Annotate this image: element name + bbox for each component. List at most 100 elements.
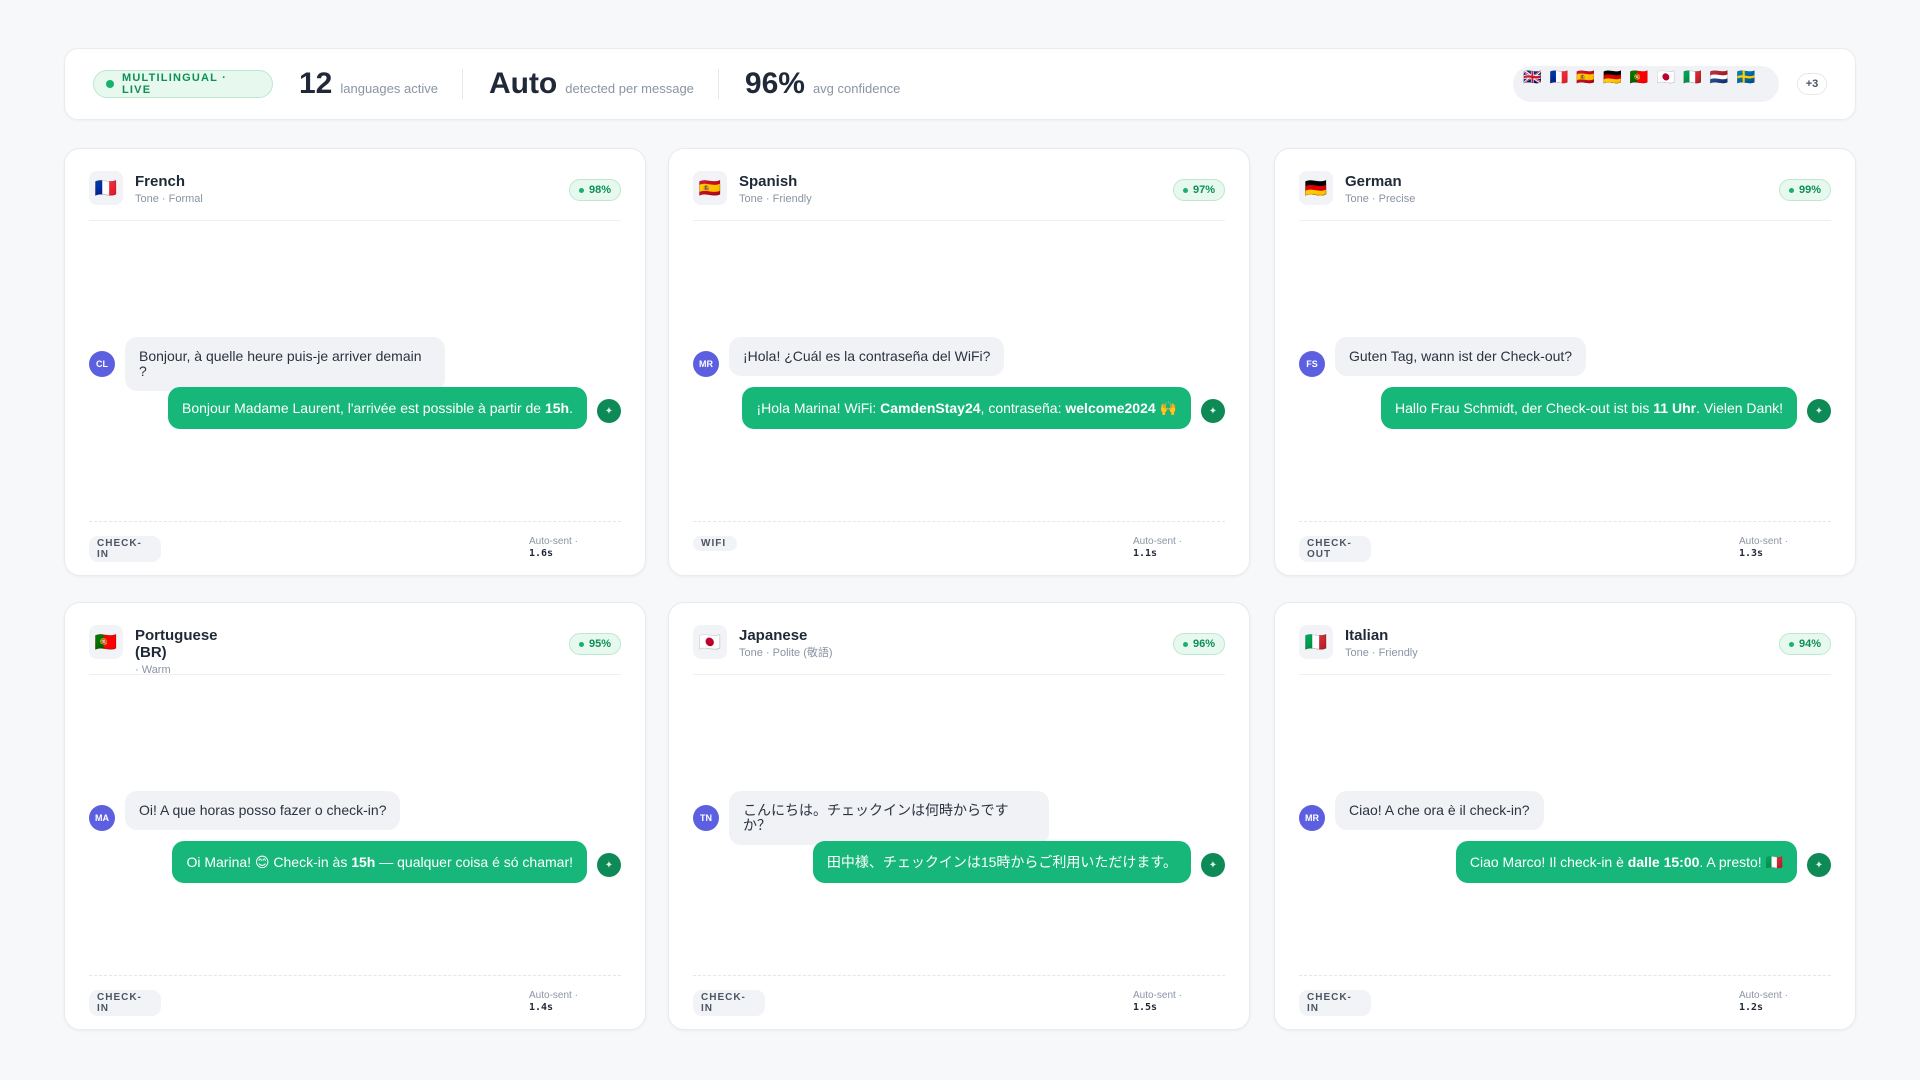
auto-sent-label: Auto-sent · [529,990,578,1001]
bot-sparkle-icon: ✦ [1201,853,1225,877]
guest-bubble: Ciao! A che ora è il check-in? [1335,791,1544,830]
reply-text: 🙌 [1155,400,1177,416]
response-time: 1.3s [1739,548,1764,559]
guest-avatar: MA [89,805,115,831]
host-reply: Bonjour Madame Laurent, l'arrivée est po… [89,387,621,429]
reply-text: 田中様、チェックインは15時からご利用いただけます。 [826,854,1177,870]
language-card[interactable]: 🇫🇷 French Tone · Formal 98% CL Bonjour, … [64,148,646,576]
flag-sweden-icon: 🇸🇪 [1736,69,1756,86]
guest-message: TN こんにちは。チェックインは何時からですか？ [693,791,1225,845]
flag-spain-icon: 🇪🇸 [1576,69,1596,86]
language-card[interactable]: 🇵🇹 Portuguese (BR) · Warm 95% MA Oi! A q… [64,602,646,1030]
host-reply: Hallo Frau Schmidt, der Check-out ist bi… [1299,387,1831,429]
flag-netherlands-icon: 🇳🇱 [1709,69,1729,86]
auto-sent-label: Auto-sent · [1739,990,1788,1001]
confidence-value: 94% [1798,638,1822,650]
language-flag-icon: 🇪🇸 [693,171,727,205]
stat-value: 96% [744,67,805,100]
guest-avatar: MR [693,351,719,377]
guest-avatar: FS [1299,351,1325,377]
guest-message: FS Guten Tag, wann ist der Check-out? [1299,337,1831,377]
stat-confidence: 96% avg confidence [745,67,901,101]
reply-text: ¡Hola Marina! WiFi: [756,400,881,416]
host-bubble[interactable]: 田中様、チェックインは15時からご利用いただけます。 [812,841,1191,883]
card-footer: CHECK-IN Auto-sent · 1.4s [89,975,621,1021]
guest-bubble: こんにちは。チェックインは何時からですか？ [729,791,1049,845]
language-flag-icon: 🇫🇷 [89,171,123,205]
language-card[interactable]: 🇯🇵 Japanese Tone · Polite (敬語) 96% TN こん… [668,602,1250,1030]
response-time: 1.2s [1739,1002,1764,1013]
bot-sparkle-icon: ✦ [597,399,621,423]
more-languages-button[interactable]: +3 [1797,73,1827,95]
card-header: 🇮🇹 Italian Tone · Friendly 94% [1299,625,1831,675]
response-time: 1.1s [1133,548,1158,559]
confidence-badge: 97% [1173,179,1225,201]
host-reply: 田中様、チェックインは15時からご利用いただけます。 ✦ [693,841,1225,883]
reply-text: — qualquer coisa é só chamar! [375,854,573,870]
confidence-badge: 94% [1779,633,1831,655]
guest-avatar: CL [89,351,115,377]
card-footer: CHECK-IN Auto-sent · 1.6s [89,521,621,567]
status-dot-icon [578,641,584,647]
response-time: 1.5s [1133,1002,1158,1013]
topic-tag[interactable]: CHECK-IN [693,990,765,1016]
tone-label: Tone · Polite (敬語) [739,647,833,659]
auto-sent-info: Auto-sent · 1.1s [1133,536,1182,560]
auto-sent-label: Auto-sent · [529,536,578,547]
bot-sparkle-icon: ✦ [597,853,621,877]
divider [461,69,463,99]
language-name: Portuguese (BR) [135,627,218,661]
guest-bubble: Guten Tag, wann ist der Check-out? [1335,337,1587,376]
host-bubble[interactable]: ¡Hola Marina! WiFi: CamdenStay24, contra… [742,387,1191,429]
topic-tag[interactable]: CHECK-OUT [1299,536,1371,562]
reply-text: . A presto! 🇮🇹 [1699,854,1783,870]
flag-germany-icon: 🇩🇪 [1603,69,1622,86]
guest-message: MR Ciao! A che ora è il check-in? [1299,791,1831,831]
status-dot-icon [1182,641,1188,647]
highlight-text: 15h [544,400,570,416]
host-reply: Ciao Marco! Il check-in è dalle 15:00. A… [1299,841,1831,883]
confidence-badge: 95% [569,633,621,655]
status-dot-icon [1182,187,1188,193]
bot-sparkle-icon: ✦ [1807,853,1831,877]
host-bubble[interactable]: Ciao Marco! Il check-in è dalle 15:00. A… [1455,841,1797,883]
language-name: French [135,173,186,190]
language-flag-icon: 🇮🇹 [1299,625,1333,659]
guest-message: MR ¡Hola! ¿Cuál es la contraseña del WiF… [693,337,1225,377]
stat-label: avg confidence [812,81,901,96]
auto-sent-info: Auto-sent · 1.6s [529,536,578,560]
confidence-badge: 99% [1779,179,1831,201]
live-status-badge: MULTILINGUAL · LIVE [93,70,273,98]
confidence-value: 97% [1192,184,1216,196]
response-time: 1.4s [529,1002,554,1013]
highlight-text: 15h [351,854,376,870]
host-bubble[interactable]: Hallo Frau Schmidt, der Check-out ist bi… [1380,387,1797,429]
divider [717,69,719,99]
host-bubble[interactable]: Oi Marina! 😊 Check-in às 15h — qualquer … [172,841,587,883]
language-card[interactable]: 🇩🇪 German Tone · Precise 99% FS Guten Ta… [1274,148,1856,576]
topic-tag[interactable]: CHECK-IN [89,990,161,1016]
auto-sent-info: Auto-sent · 1.4s [529,990,578,1014]
card-header: 🇪🇸 Spanish Tone · Friendly 97% [693,171,1225,221]
host-bubble[interactable]: Bonjour Madame Laurent, l'arrivée est po… [168,387,587,429]
tone-label: Tone · Formal [135,193,203,205]
highlight-text: welcome2024 [1065,400,1156,416]
confidence-badge: 98% [569,179,621,201]
guest-avatar: MR [1299,805,1325,831]
status-dot-icon [578,187,584,193]
guest-message: MA Oi! A que horas posso fazer o check-i… [89,791,621,831]
topic-tag[interactable]: WIFI [693,536,737,551]
language-card[interactable]: 🇮🇹 Italian Tone · Friendly 94% MR Ciao! … [1274,602,1856,1030]
language-card[interactable]: 🇪🇸 Spanish Tone · Friendly 97% MR ¡Hola!… [668,148,1250,576]
reply-text: . [569,400,573,416]
language-flag-icon: 🇯🇵 [693,625,727,659]
reply-text: Hallo Frau Schmidt, der Check-out ist bi… [1394,400,1654,416]
auto-sent-info: Auto-sent · 1.5s [1133,990,1182,1014]
language-flags[interactable]: 🇬🇧 🇫🇷 🇪🇸 🇩🇪 🇵🇹 🇯🇵 🇮🇹 🇳🇱 🇸🇪 [1513,66,1779,102]
stat-languages: 12 languages active [299,67,438,101]
topic-tag[interactable]: CHECK-IN [1299,990,1371,1016]
status-dot-icon [1788,187,1794,193]
highlight-text: 11 Uhr [1653,400,1697,416]
topic-tag[interactable]: CHECK-IN [89,536,161,562]
host-reply: Oi Marina! 😊 Check-in às 15h — qualquer … [89,841,621,883]
